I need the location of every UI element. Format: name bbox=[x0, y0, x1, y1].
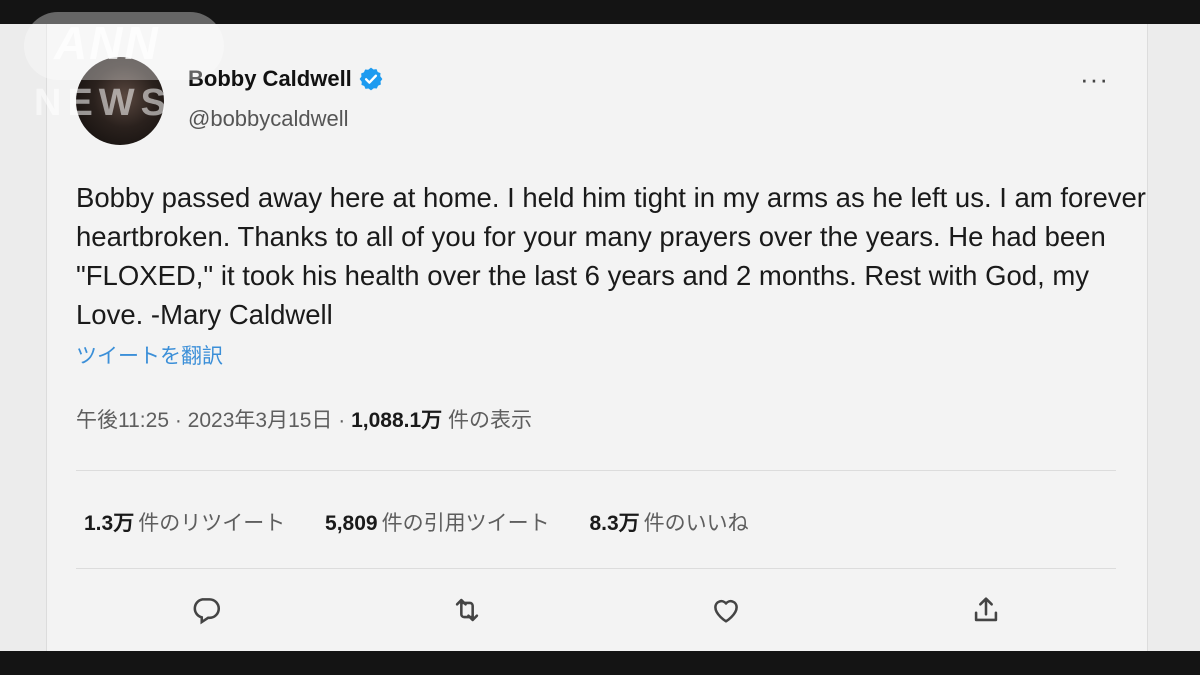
translate-link[interactable]: ツイートを翻訳 bbox=[76, 340, 223, 370]
views-label: 件の表示 bbox=[442, 409, 533, 432]
watermark-ann: ANN bbox=[54, 17, 160, 69]
video-frame bbox=[0, 24, 1200, 651]
quote-tweets-count: 5,809 bbox=[325, 512, 378, 535]
share-icon bbox=[974, 597, 998, 622]
retweets-label: 件のリツイート bbox=[138, 512, 286, 535]
views-count: 1,088.1万 bbox=[351, 409, 443, 432]
quote-tweets-label: 件の引用ツイート bbox=[381, 512, 550, 535]
tweet-text: Bobby passed away here at home. I held h… bbox=[76, 182, 1146, 330]
retweet-icon bbox=[455, 598, 479, 622]
verified-badge-icon bbox=[359, 67, 383, 91]
meta-separator: · bbox=[332, 409, 352, 432]
divider bbox=[76, 568, 1116, 569]
reply-icon bbox=[193, 598, 221, 625]
retweets-stat[interactable]: 1.3万 件のリツイート bbox=[84, 507, 285, 537]
quote-tweets-stat[interactable]: 5,809 件の引用ツイート bbox=[325, 507, 550, 537]
likes-count: 8.3万 bbox=[589, 512, 640, 535]
retweet-button[interactable] bbox=[449, 592, 485, 628]
divider bbox=[76, 470, 1116, 471]
meta-separator: · bbox=[169, 409, 188, 432]
tweet-meta: 午後11:25 · 2023年3月15日 · 1,088.1万 件の表示 bbox=[76, 404, 532, 434]
like-button[interactable] bbox=[708, 592, 744, 628]
likes-label: 件のいいね bbox=[643, 512, 749, 535]
tweet-time[interactable]: 午後11:25 bbox=[76, 409, 169, 432]
tweet-date[interactable]: 2023年3月15日 bbox=[188, 409, 333, 432]
likes-stat[interactable]: 8.3万 件のいいね bbox=[589, 507, 748, 537]
share-button[interactable] bbox=[968, 592, 1004, 628]
like-icon bbox=[714, 599, 738, 623]
more-options-icon[interactable]: ··· bbox=[1080, 66, 1109, 92]
reply-button[interactable] bbox=[188, 592, 224, 628]
name-row: Bobby Caldwell bbox=[188, 66, 384, 92]
user-handle[interactable]: @bobbycaldwell bbox=[188, 106, 349, 132]
watermark-news: NEWS bbox=[34, 82, 172, 124]
retweets-count: 1.3万 bbox=[84, 512, 135, 535]
engagement-stats: 1.3万 件のリツイート 5,809 件の引用ツイート 8.3万 件のいいね bbox=[84, 507, 783, 537]
